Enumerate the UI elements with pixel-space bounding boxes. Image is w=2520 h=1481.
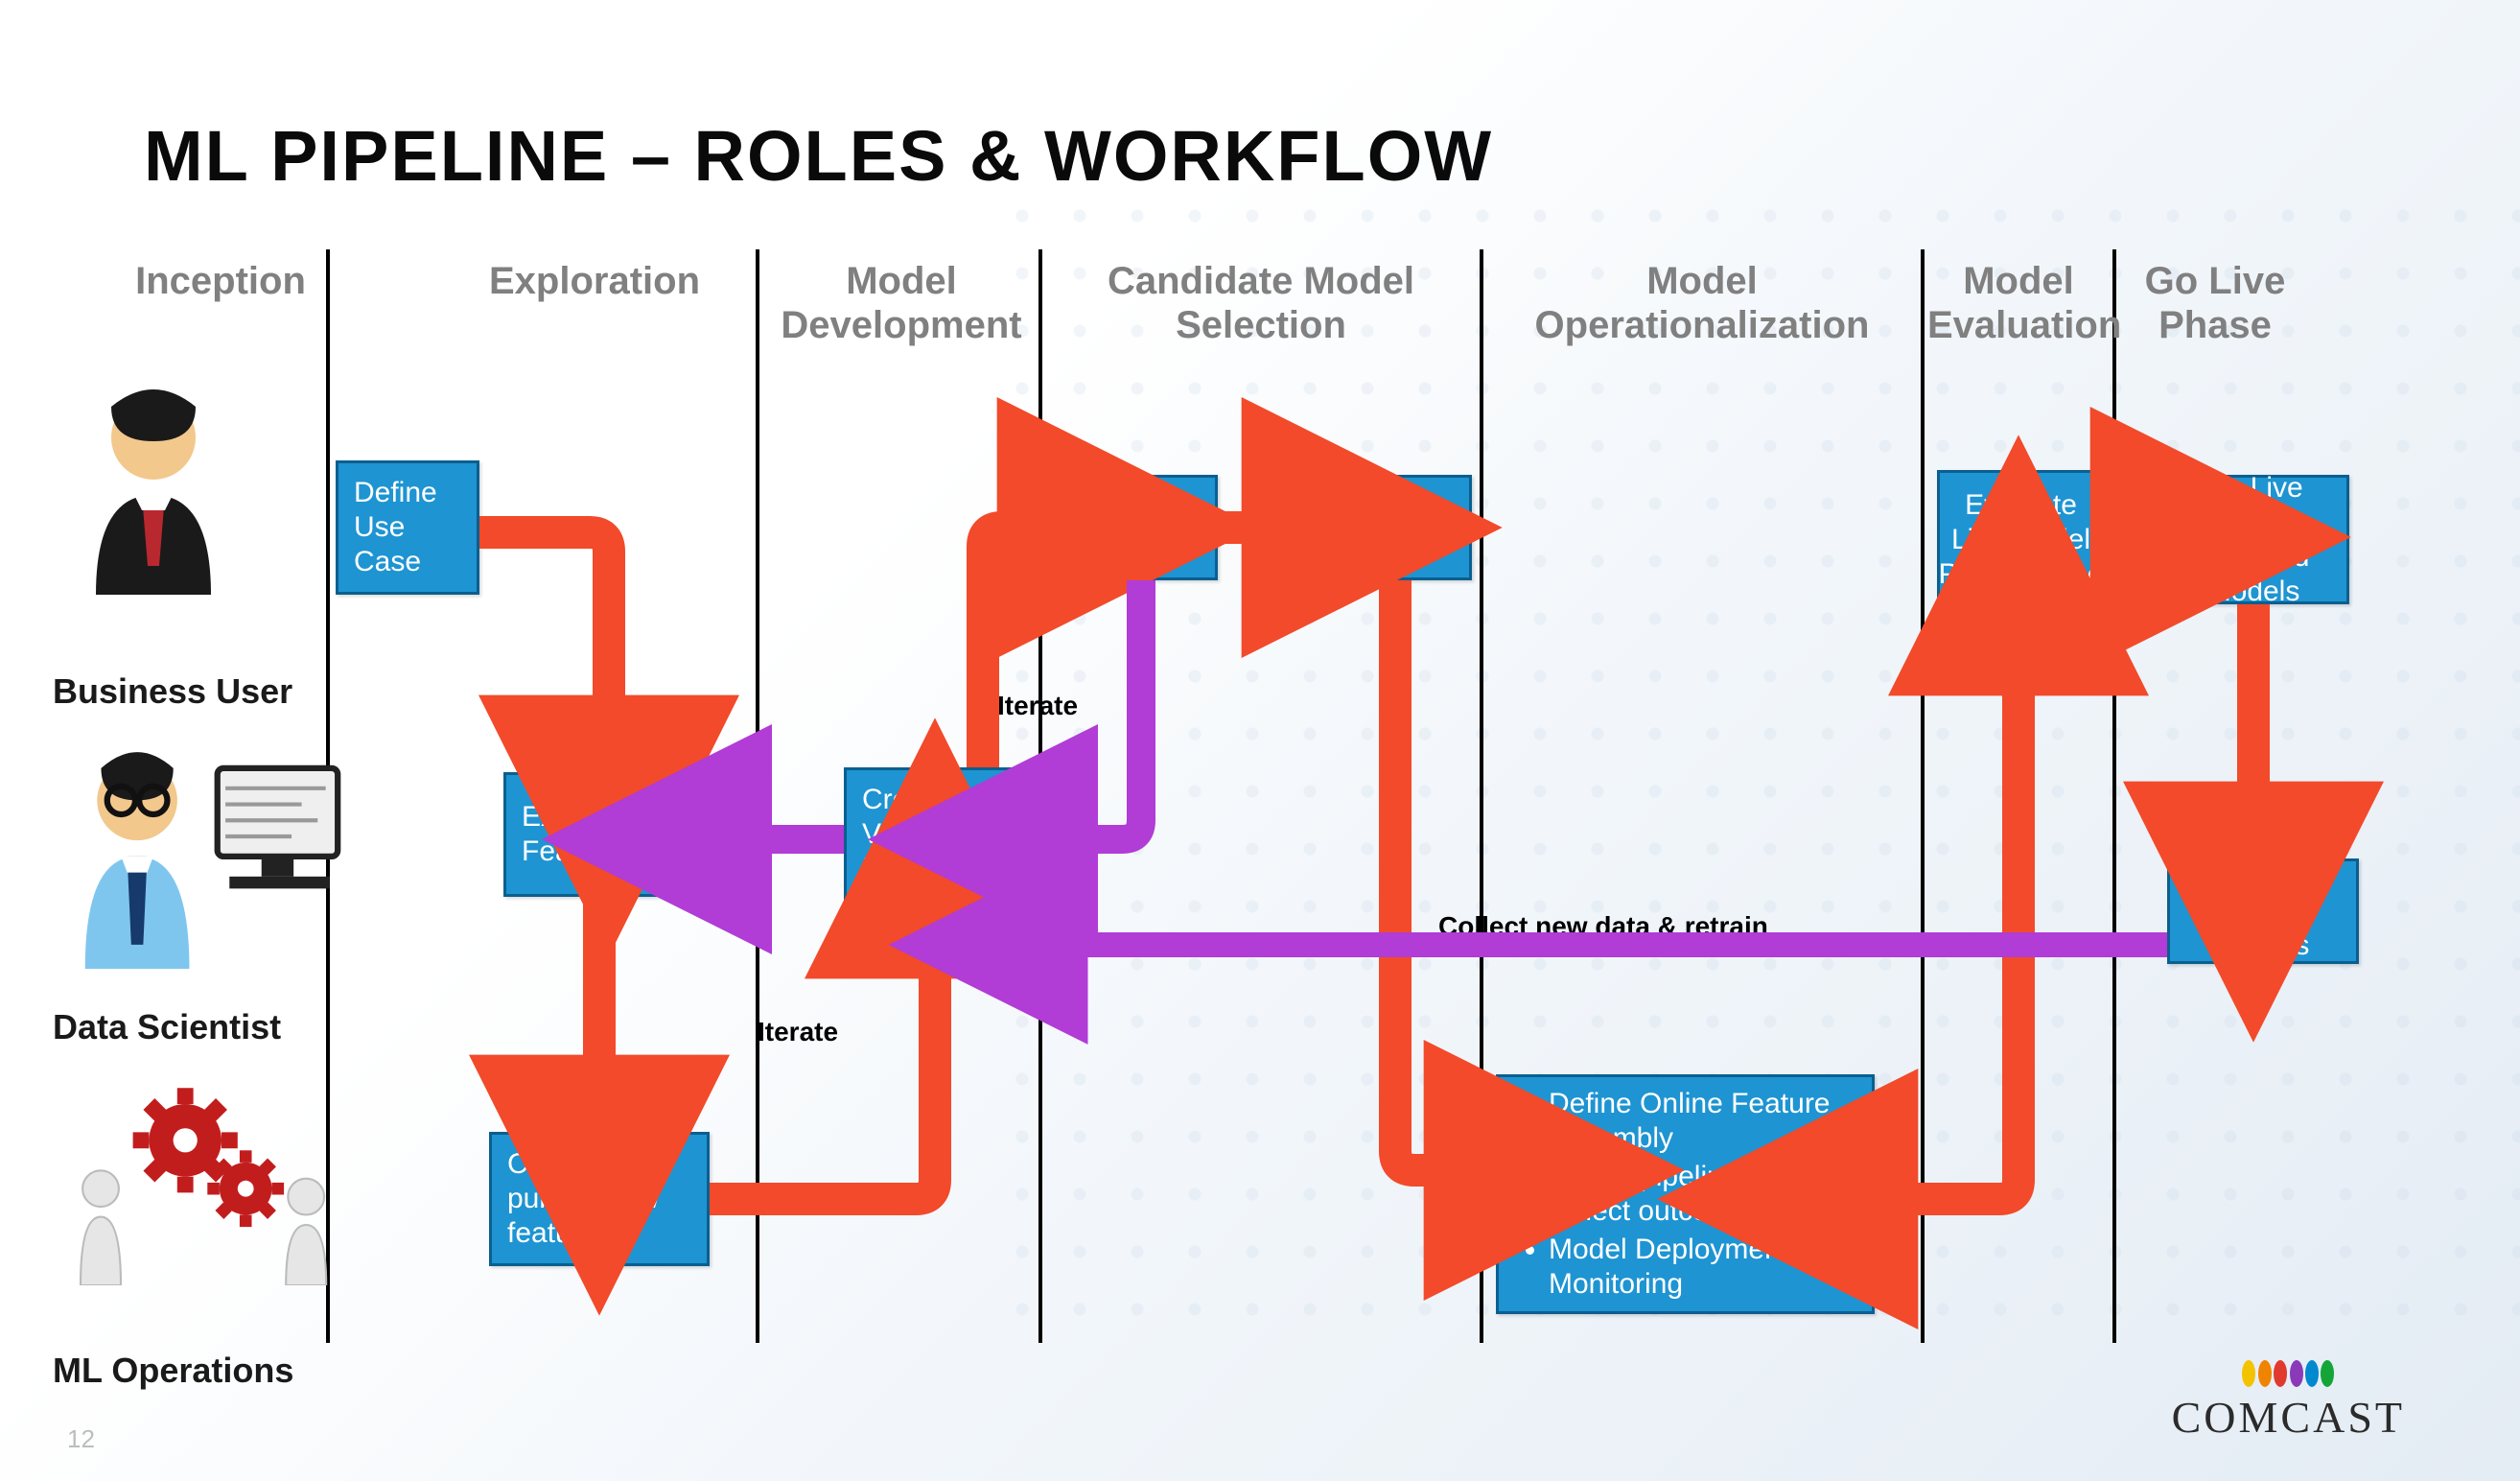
phase-model-eval: Model Evaluation bbox=[1927, 259, 2110, 347]
box-define-use-case: Define Use Case bbox=[336, 460, 479, 595]
avatar-data-scientist bbox=[58, 748, 288, 974]
slide-number: 12 bbox=[67, 1424, 95, 1454]
phase-cand-sel: Candidate Model Selection bbox=[1050, 259, 1472, 347]
anno-collect-retrain: Collect new data & retrain bbox=[1438, 911, 1768, 942]
arrow-selection-to-ops bbox=[1395, 580, 1467, 1170]
role-label-business-user: Business User bbox=[53, 671, 292, 712]
phase-model-dev: Model Development bbox=[767, 259, 1036, 347]
op-step-2: Define pipeline to collect outcomes bbox=[1549, 1160, 1851, 1229]
col-divider bbox=[756, 249, 759, 1343]
col-divider bbox=[1921, 249, 1925, 1343]
logo-text: COMCAST bbox=[2172, 1393, 2405, 1442]
box-create-validate-models: Create & Validate Models bbox=[844, 767, 1026, 902]
box-evaluate-performance: Evaluate Live Model Performance bbox=[1937, 470, 2105, 609]
phase-exploration: Exploration bbox=[451, 259, 738, 303]
phase-go-live: Go Live Phase bbox=[2129, 259, 2301, 347]
peacock-icon bbox=[2243, 1360, 2333, 1392]
box-explore-features: Explore Features bbox=[503, 772, 695, 897]
box-create-publish-features: Create and publish new features bbox=[489, 1132, 710, 1266]
arrows-layer bbox=[0, 0, 2520, 1481]
avatar-business-user bbox=[58, 384, 288, 599]
box-model-review: Model Review bbox=[1069, 475, 1218, 580]
anno-iterate-bottom: Iterate bbox=[758, 1017, 838, 1047]
phase-model-op: Model Operationalization bbox=[1491, 259, 1913, 347]
anno-iterate-top: Iterate bbox=[997, 691, 1078, 721]
arrow-define-to-explore bbox=[479, 532, 609, 739]
slide-stage: ML PIPELINE – ROLES & WORKFLOW Inception… bbox=[0, 0, 2520, 1481]
op-step-3: Model Deployment and Monitoring bbox=[1549, 1233, 1851, 1302]
box-model-selection: Model Selection bbox=[1314, 475, 1472, 580]
arrow-ops-to-evaluate-bidir bbox=[1875, 652, 2018, 1199]
slide-title: ML PIPELINE – ROLES & WORKFLOW bbox=[144, 115, 1493, 197]
box-go-live-selected: Go Live with Selected Models bbox=[2158, 475, 2349, 604]
role-label-data-scientist: Data Scientist bbox=[53, 1007, 281, 1047]
arrow-publish-to-validate bbox=[710, 935, 935, 1199]
box-monitor-live: Monitor Live Models bbox=[2167, 858, 2359, 964]
phase-inception: Inception bbox=[115, 259, 326, 303]
col-divider bbox=[1038, 249, 1042, 1343]
comcast-logo: COMCAST bbox=[2172, 1360, 2405, 1443]
arrow-validate-to-review bbox=[983, 528, 1040, 767]
box-operationalization-steps: Define Online Feature Assembly Define pi… bbox=[1496, 1074, 1875, 1314]
col-divider bbox=[1480, 249, 1483, 1343]
col-divider bbox=[2112, 249, 2116, 1343]
avatar-ml-ops bbox=[58, 1084, 288, 1290]
role-label-ml-ops: ML Operations bbox=[53, 1351, 293, 1391]
op-step-1: Define Online Feature Assembly bbox=[1549, 1087, 1851, 1156]
